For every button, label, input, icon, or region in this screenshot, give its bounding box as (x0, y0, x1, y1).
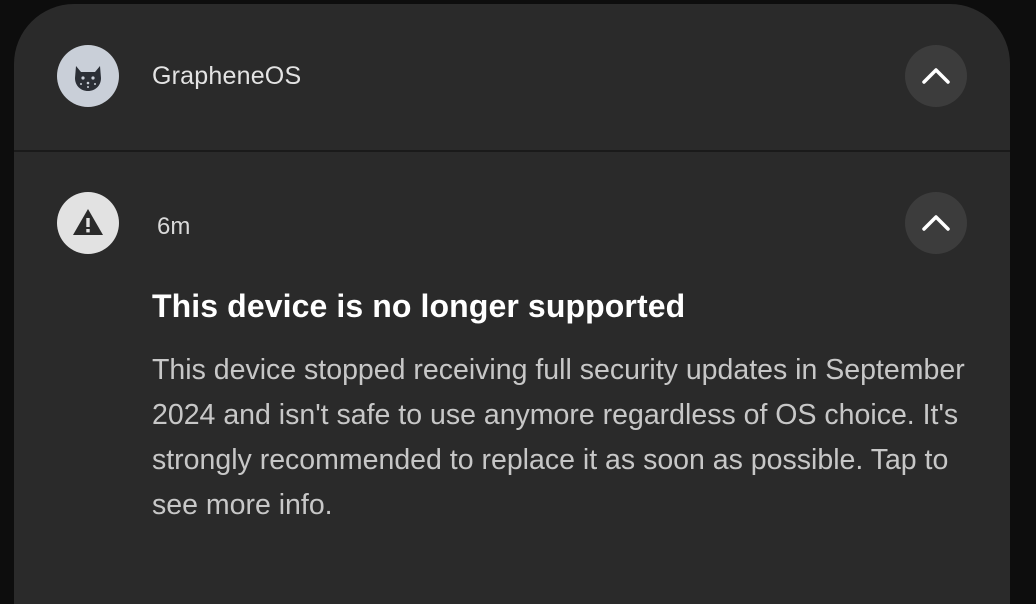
graphene-cat-icon (57, 45, 119, 107)
app-name: GrapheneOS (152, 62, 302, 90)
notification-shade-panel: GrapheneOS 6m This device is no longer s… (14, 4, 1010, 604)
warning-icon (57, 192, 119, 254)
notification-body: This device stopped receiving full secur… (152, 354, 965, 521)
collapse-group-button[interactable] (905, 45, 967, 107)
chevron-up-icon (922, 215, 950, 231)
chevron-up-icon (922, 68, 950, 84)
collapse-notification-button[interactable] (905, 192, 967, 254)
notification-card[interactable]: 6m This device is no longer supported Th… (14, 152, 1010, 604)
app-group-header[interactable]: GrapheneOS (14, 4, 1010, 150)
notification-timestamp: 6m (157, 213, 191, 240)
notification-title: This device is no longer supported (152, 288, 686, 324)
